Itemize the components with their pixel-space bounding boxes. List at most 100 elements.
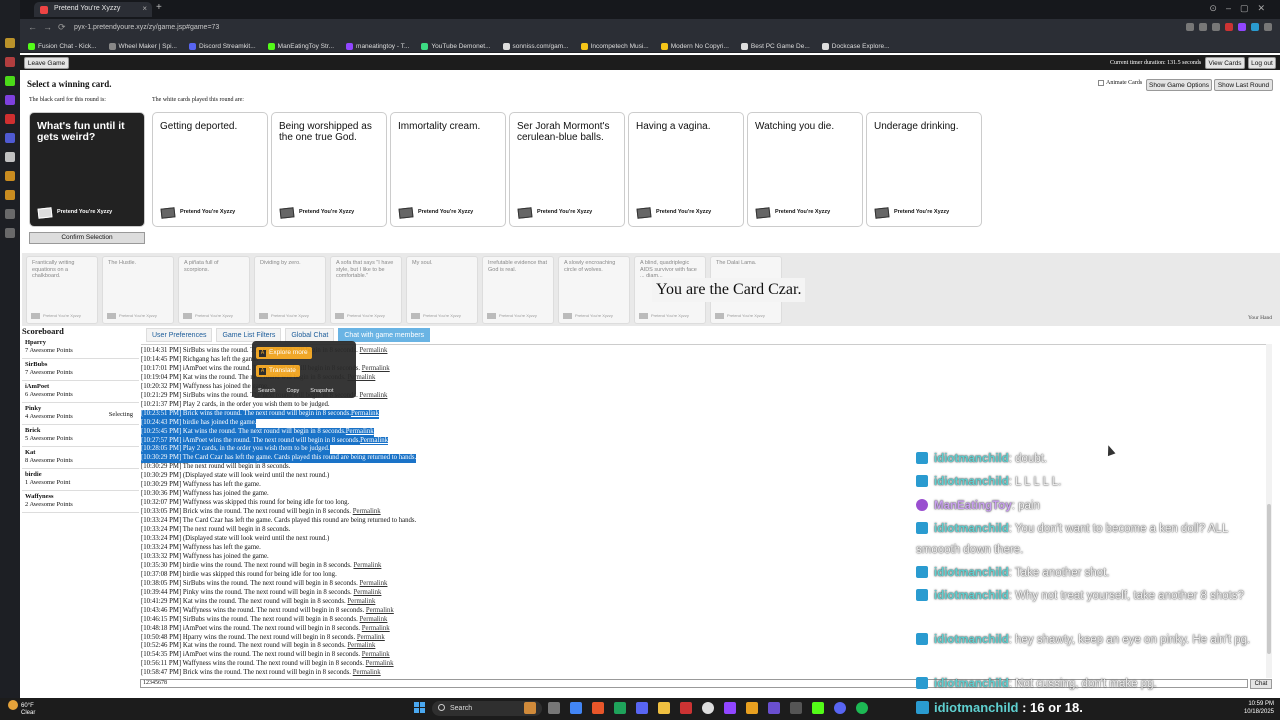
taskbar-app-icon[interactable] — [524, 702, 536, 714]
extension-icon[interactable] — [1186, 23, 1194, 31]
confirm-selection-button[interactable]: Confirm Selection — [29, 232, 145, 244]
sidebar-app-icon[interactable] — [5, 114, 15, 124]
sidebar-app-icon[interactable] — [5, 95, 15, 105]
sidebar-app-icon[interactable] — [5, 152, 15, 162]
extension-icon[interactable] — [1251, 23, 1259, 31]
white-card[interactable]: Immortality cream. Pretend You're Xyzzy — [390, 112, 506, 227]
start-menu-icon[interactable] — [414, 702, 426, 714]
sidebar-app-icon[interactable] — [5, 190, 15, 200]
sidebar-app-icon[interactable] — [5, 228, 15, 238]
permalink[interactable]: Permalink — [353, 562, 381, 569]
permalink[interactable]: Permalink — [347, 642, 375, 649]
bookmark-item[interactable]: Dockcase Explore... — [821, 38, 890, 52]
bookmark-item[interactable]: Best PC Game De... — [740, 38, 810, 52]
taskbar-app-icon[interactable] — [658, 702, 670, 714]
menu-icon[interactable] — [1264, 23, 1272, 31]
navigation-buttons[interactable]: ←→⟳ — [28, 22, 72, 33]
permalink[interactable]: Permalink — [351, 410, 379, 417]
bookmark-item[interactable]: ManEatingToy Str... — [267, 38, 334, 52]
white-card[interactable]: Being worshipped as the one true God. Pre… — [271, 112, 387, 227]
permalink[interactable]: Permalink — [346, 428, 374, 435]
bookmark-item[interactable]: YouTube Demonet... — [421, 38, 491, 52]
taskbar-app-icon[interactable] — [636, 702, 648, 714]
taskbar-app-icon[interactable] — [834, 702, 846, 714]
white-card[interactable]: Underage drinking. Pretend You're Xyzzy — [866, 112, 982, 227]
hand-card[interactable]: Dividing by zero. Pretend You're Xyzzy — [254, 256, 326, 324]
spotify-icon[interactable] — [856, 702, 868, 714]
show-game-options-button[interactable]: Show Game Options — [1146, 79, 1212, 91]
popup-snapshot-button[interactable]: Snapshot — [310, 388, 333, 394]
checkbox-icon[interactable] — [1098, 80, 1104, 86]
taskbar-app-icon[interactable] — [614, 702, 626, 714]
hand-card[interactable]: A sofa that says "I have style, but I li… — [330, 256, 402, 324]
hand-card[interactable]: A slowly encroaching circle of wolves. Pr… — [558, 256, 630, 324]
taskbar-app-icon[interactable] — [548, 702, 560, 714]
taskbar-app-icon[interactable] — [724, 702, 736, 714]
bookmark-item[interactable]: Modern No Copyri... — [660, 38, 729, 52]
permalink[interactable]: Permalink — [360, 392, 388, 399]
taskbar-app-icon[interactable] — [592, 702, 604, 714]
permalink[interactable]: Permalink — [362, 625, 390, 632]
browser-tab[interactable]: Pretend You're Xyzzy × — [34, 2, 152, 17]
sidebar-app-icon[interactable] — [5, 38, 15, 48]
permalink[interactable]: Permalink — [347, 598, 375, 605]
permalink[interactable]: Permalink — [366, 660, 394, 667]
tab-game-list-filters[interactable]: Game List Filters — [216, 328, 282, 342]
extension-icon[interactable] — [1199, 23, 1207, 31]
extension-icon[interactable] — [1212, 23, 1220, 31]
hand-card[interactable]: The Hustle. Pretend You're Xyzzy — [102, 256, 174, 324]
explore-more-button[interactable]: A Explore more — [256, 347, 312, 359]
white-card[interactable]: Watching you die. Pretend You're Xyzzy — [747, 112, 863, 227]
taskbar-app-icon[interactable] — [570, 702, 582, 714]
taskbar-app-icon[interactable] — [702, 702, 714, 714]
view-cards-button[interactable]: View Cards — [1205, 57, 1245, 69]
popup-search-button[interactable]: Search — [258, 388, 275, 394]
permalink[interactable]: Permalink — [362, 365, 390, 372]
log-out-button[interactable]: Log out — [1248, 57, 1276, 69]
sidebar-app-icon[interactable] — [5, 76, 15, 86]
leave-game-button[interactable]: Leave Game — [24, 57, 69, 69]
permalink[interactable]: Permalink — [353, 508, 381, 515]
white-card[interactable]: Ser Jorah Mormont's cerulean-blue balls.… — [509, 112, 625, 227]
chat-scrollbar[interactable] — [1266, 344, 1272, 678]
tab-chat-with-game-members[interactable]: Chat with game members — [338, 328, 431, 342]
popup-copy-button[interactable]: Copy — [286, 388, 299, 394]
sidebar-app-icon[interactable] — [5, 133, 15, 143]
tab-global-chat[interactable]: Global Chat — [285, 328, 335, 342]
system-clock[interactable]: 10:59 PM 10/18/2025 — [1244, 700, 1274, 716]
permalink[interactable]: Permalink — [353, 589, 381, 596]
white-card[interactable]: Having a vagina. Pretend You're Xyzzy — [628, 112, 744, 227]
white-card[interactable]: Getting deported. Pretend You're Xyzzy — [152, 112, 268, 227]
permalink[interactable]: Permalink — [360, 347, 388, 354]
permalink[interactable]: Permalink — [360, 580, 388, 587]
taskbar-app-icon[interactable] — [768, 702, 780, 714]
bookmark-item[interactable]: Discord Streamkit... — [188, 38, 256, 52]
hand-card[interactable]: A piñata full of scorpions. Pretend You'r… — [178, 256, 250, 324]
hand-card[interactable]: Irrefutable evidence that God is real. Pr… — [482, 256, 554, 324]
bookmark-item[interactable]: maneatingtoy - T... — [346, 38, 409, 52]
url-field[interactable]: pyx-1.pretendyoure.xyz/zy/game.jsp#game=… — [68, 22, 1098, 35]
new-tab-button[interactable]: + — [156, 2, 162, 13]
sidebar-app-icon[interactable] — [5, 209, 15, 219]
extension-icon[interactable] — [1225, 23, 1233, 31]
permalink[interactable]: Permalink — [357, 634, 385, 641]
window-controls[interactable]: ⊙–▢✕ — [1209, 3, 1274, 14]
taskbar-app-icon[interactable] — [812, 702, 824, 714]
permalink[interactable]: Permalink — [360, 616, 388, 623]
weather-widget[interactable]: 60°F Clear — [8, 700, 35, 717]
sidebar-app-icon[interactable] — [5, 57, 15, 67]
sidebar-app-icon[interactable] — [5, 171, 15, 181]
close-tab-icon[interactable]: × — [142, 4, 147, 13]
bookmark-item[interactable]: Fusion Chat - Kick... — [28, 38, 97, 52]
bookmark-item[interactable]: sonniss.com/gam... — [502, 38, 569, 52]
hand-card[interactable]: My soul. Pretend You're Xyzzy — [406, 256, 478, 324]
taskbar-app-icon[interactable] — [790, 702, 802, 714]
hand-card[interactable]: Frantically writing equations on a chalk… — [26, 256, 98, 324]
tab-user-preferences[interactable]: User Preferences — [146, 328, 213, 342]
permalink[interactable]: Permalink — [366, 607, 394, 614]
taskbar-app-icon[interactable] — [746, 702, 758, 714]
permalink[interactable]: Permalink — [362, 651, 390, 658]
animate-cards-checkbox[interactable]: Animate Cards — [1098, 80, 1142, 86]
permalink[interactable]: Permalink — [353, 669, 381, 676]
extension-icon[interactable] — [1238, 23, 1246, 31]
